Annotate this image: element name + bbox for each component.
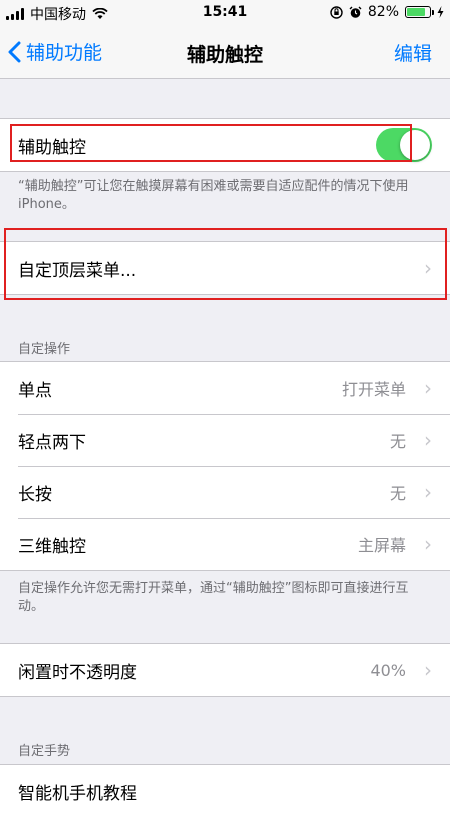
orientation-lock-icon <box>330 5 343 19</box>
custom-action-value: 无 <box>389 432 406 451</box>
custom-action-label: 轻点两下 <box>18 432 86 453</box>
edit-button[interactable]: 编辑 <box>394 39 432 66</box>
custom-action-row[interactable]: 单点 打开菜单 › <box>0 362 450 414</box>
custom-action-row[interactable]: 轻点两下 无 › <box>0 414 450 466</box>
battery-fill <box>407 8 426 16</box>
chevron-right-icon: › <box>424 376 432 400</box>
idle-opacity-value: 40% <box>370 660 406 680</box>
custom-action-row[interactable]: 长按 无 › <box>0 466 450 518</box>
custom-gesture-row[interactable]: 智能机手机教程 <box>0 765 450 817</box>
battery-percent: 82% <box>367 4 399 20</box>
custom-action-value: 主屏幕 <box>357 536 406 555</box>
assistive-touch-footer: “辅助触控”可让您在触摸屏幕有困难或需要自适应配件的情况下使用 iPhone。 <box>18 179 409 212</box>
custom-action-label: 三维触控 <box>18 536 86 557</box>
alarm-icon <box>349 6 362 18</box>
idle-opacity-label: 闲置时不透明度 <box>18 662 137 683</box>
highlight-box-menu <box>4 228 447 300</box>
charging-icon <box>437 6 444 18</box>
custom-action-label: 长按 <box>18 484 52 505</box>
battery-icon <box>405 6 434 18</box>
custom-action-row[interactable]: 三维触控 主屏幕 › <box>0 518 450 570</box>
chevron-right-icon: › <box>424 480 432 504</box>
navigation-bar: 辅助功能 辅助触控 编辑 <box>0 26 450 79</box>
custom-gestures-header: 自定手势 <box>18 744 71 759</box>
custom-gestures-group: 智能机手机教程 <box>0 764 450 817</box>
custom-action-value: 打开菜单 <box>341 380 406 399</box>
chevron-right-icon: › <box>424 658 432 682</box>
custom-action-value: 无 <box>389 484 406 503</box>
status-bar: 中国移动 15:41 82% <box>0 0 450 26</box>
idle-opacity-group: 闲置时不透明度 40% › <box>0 643 450 697</box>
custom-actions-footer: 自定操作允许您无需打开菜单，通过“辅助触控”图标即可直接进行互动。 <box>18 581 409 614</box>
idle-opacity-row[interactable]: 闲置时不透明度 40% › <box>0 644 450 696</box>
custom-action-label: 单点 <box>18 380 52 401</box>
custom-actions-header: 自定操作 <box>18 342 71 357</box>
highlight-box-toggle <box>10 124 412 162</box>
custom-actions-group: 单点 打开菜单 › 轻点两下 无 › 长按 无 › 三维触控 主屏幕 › <box>0 361 450 571</box>
page-title: 辅助触控 <box>186 44 263 66</box>
chevron-right-icon: › <box>424 532 432 556</box>
chevron-right-icon: › <box>424 428 432 452</box>
status-right: 82% <box>330 4 444 20</box>
